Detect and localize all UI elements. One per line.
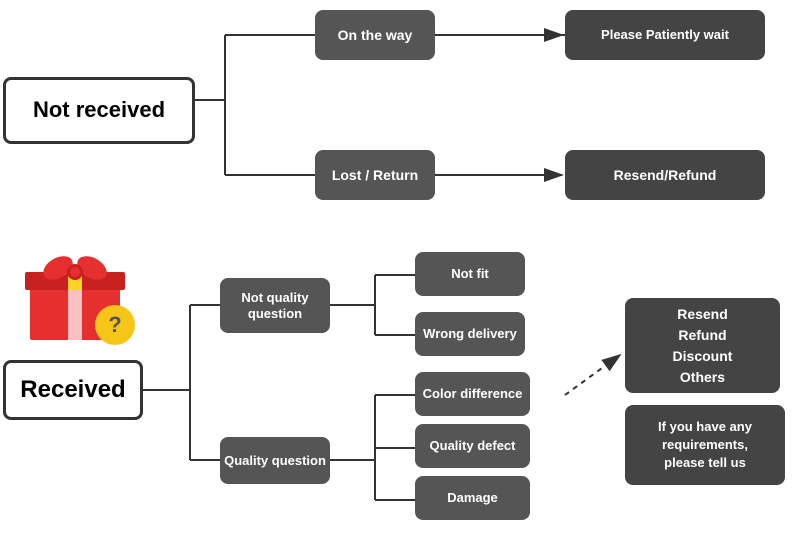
- lost-return-node: Lost / Return: [315, 150, 435, 200]
- if-you-have-node: If you have any requirements, please tel…: [625, 405, 785, 485]
- resend-refund-2-node: Resend Refund Discount Others: [625, 298, 780, 393]
- color-difference-node: Color difference: [415, 372, 530, 416]
- quality-question-node: Quality question: [220, 437, 330, 484]
- damage-node: Damage: [415, 476, 530, 520]
- question-mark-badge: ?: [95, 305, 135, 345]
- wrong-delivery-node: Wrong delivery: [415, 312, 525, 356]
- received-node: Received: [3, 360, 143, 420]
- please-wait-node: Please Patiently wait: [565, 10, 765, 60]
- not-quality-question-node: Not quality question: [220, 278, 330, 333]
- on-the-way-node: On the way: [315, 10, 435, 60]
- not-fit-node: Not fit: [415, 252, 525, 296]
- not-received-node: Not received: [3, 77, 195, 144]
- flowchart-diagram: Not received On the way Please Patiently…: [0, 0, 800, 533]
- resend-refund-1-node: Resend/Refund: [565, 150, 765, 200]
- quality-defect-node: Quality defect: [415, 424, 530, 468]
